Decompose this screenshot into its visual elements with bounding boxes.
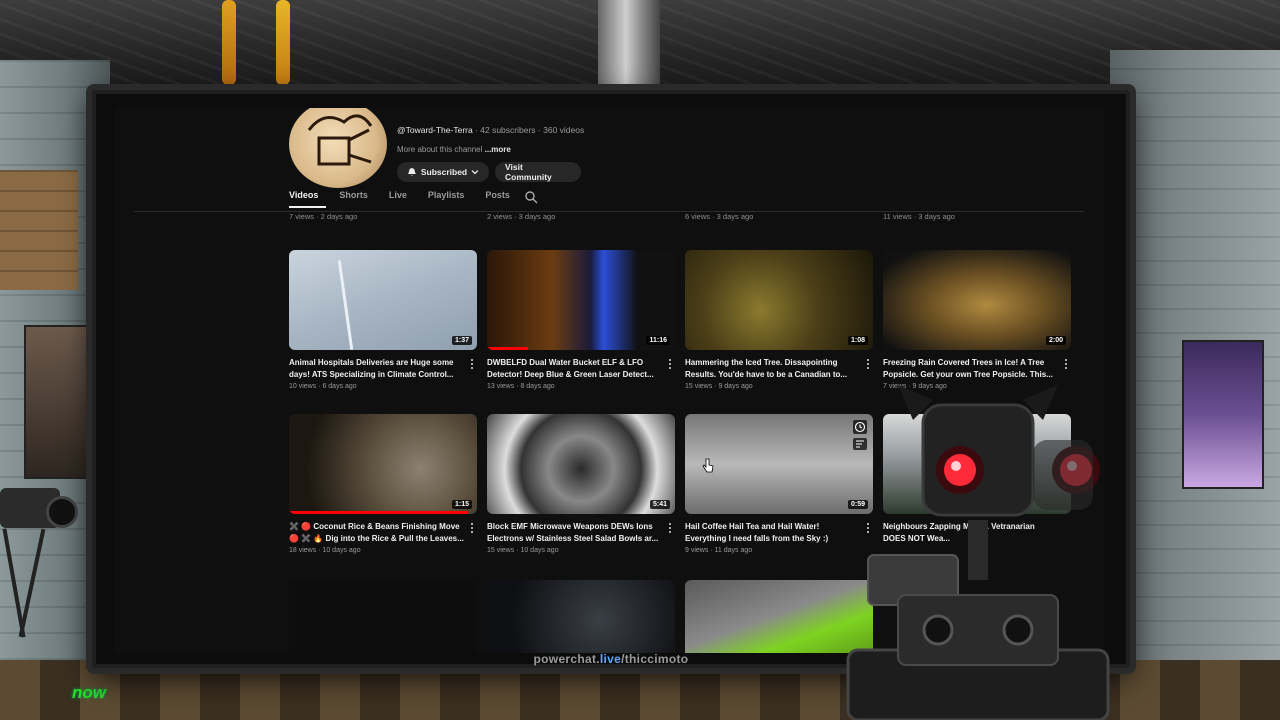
more-options-icon[interactable] bbox=[469, 522, 475, 536]
ribbon-right bbox=[276, 0, 290, 85]
video-meta: 18 views · 10 days ago bbox=[289, 547, 361, 554]
video-title[interactable]: Hammering the Iced Tree. Dissapointing R… bbox=[685, 357, 861, 381]
tab-shorts[interactable]: Shorts bbox=[339, 190, 376, 208]
tab-posts[interactable]: Posts bbox=[485, 190, 518, 208]
visit-community-label: Visit Community bbox=[505, 162, 552, 182]
bell-icon bbox=[407, 168, 416, 176]
channel-about-link[interactable]: More about this channel ...more bbox=[397, 145, 511, 154]
video-title[interactable]: Freezing Rain Covered Trees in Ice! A Tr… bbox=[883, 357, 1059, 381]
more-options-icon[interactable] bbox=[667, 358, 673, 372]
search-icon[interactable] bbox=[524, 190, 538, 204]
video-title[interactable]: Hail Coffee Hail Tea and Hail Water! Eve… bbox=[685, 521, 861, 545]
video-meta: 6 views · 3 days ago bbox=[685, 212, 754, 221]
video-thumbnail[interactable]: 1:15 bbox=[289, 414, 477, 514]
video-meta: 11 views · 3 days ago bbox=[883, 212, 955, 221]
video-duration: 2:00 bbox=[1045, 336, 1066, 345]
video-card[interactable]: 1:08 Hammering the Iced Tree. Dissapoint… bbox=[685, 250, 873, 390]
video-meta: 2 views · 3 days ago bbox=[487, 212, 556, 221]
video-thumbnail[interactable]: 2:00 bbox=[883, 250, 1071, 350]
tab-live[interactable]: Live bbox=[389, 190, 415, 208]
tab-playlists[interactable]: Playlists bbox=[428, 190, 473, 208]
video-duration: 5:41 bbox=[649, 500, 670, 509]
video-duration: 1:08 bbox=[847, 336, 868, 345]
channel-avatar[interactable] bbox=[289, 108, 387, 188]
video-thumbnail[interactable]: 1:08 bbox=[685, 250, 873, 350]
video-title[interactable]: ✖️ 🔴 Coconut Rice & Beans Finishing Move… bbox=[289, 521, 465, 545]
robot-avatar bbox=[846, 385, 1110, 720]
poster-right bbox=[1182, 340, 1264, 489]
ribbon-left bbox=[222, 0, 236, 85]
ceiling-pole bbox=[598, 0, 660, 95]
video-thumbnail[interactable] bbox=[289, 580, 477, 653]
video-thumbnail[interactable]: 5:41 bbox=[487, 414, 675, 514]
subscribed-button[interactable]: Subscribed bbox=[397, 162, 489, 182]
video-duration: 1:37 bbox=[451, 336, 472, 345]
more-options-icon[interactable] bbox=[469, 358, 475, 372]
video-card[interactable]: 1:37 Animal Hospitals Deliveries are Hug… bbox=[289, 250, 477, 390]
visit-community-button[interactable]: Visit Community bbox=[495, 162, 581, 182]
channel-handle: @Toward-The-Terra · 42 subscribers · 360… bbox=[397, 125, 585, 135]
video-title[interactable]: Block EMF Microwave Weapons DEWs Ions El… bbox=[487, 521, 663, 545]
video-card[interactable]: 11:16 DWBELFD Dual Water Bucket ELF & LF… bbox=[487, 250, 675, 390]
video-thumbnail[interactable] bbox=[487, 580, 675, 653]
video-card[interactable]: 5:41 Block EMF Microwave Weapons DEWs Io… bbox=[487, 414, 675, 554]
chevron-down-icon bbox=[471, 170, 479, 175]
video-thumbnail[interactable]: 11:16 bbox=[487, 250, 675, 350]
video-card[interactable] bbox=[289, 580, 477, 653]
video-thumbnail[interactable]: 1:37 bbox=[289, 250, 477, 350]
video-card[interactable]: 2:00 Freezing Rain Covered Trees in Ice!… bbox=[883, 250, 1071, 390]
video-title[interactable]: Animal Hospitals Deliveries are Huge som… bbox=[289, 357, 465, 381]
video-duration: 11:16 bbox=[646, 336, 670, 345]
hand-cursor-icon bbox=[702, 458, 714, 473]
video-meta: 10 views · 6 days ago bbox=[289, 383, 357, 390]
video-meta: 7 views · 2 days ago bbox=[289, 212, 358, 221]
video-duration: 1:15 bbox=[451, 500, 472, 509]
more-options-icon[interactable] bbox=[667, 522, 673, 536]
video-card[interactable]: 1:15 ✖️ 🔴 Coconut Rice & Beans Finishing… bbox=[289, 414, 477, 554]
video-title[interactable]: DWBELFD Dual Water Bucket ELF & LFO Dete… bbox=[487, 357, 663, 381]
watch-progress-bar bbox=[487, 347, 529, 350]
more-options-icon[interactable] bbox=[1063, 358, 1069, 372]
video-card[interactable] bbox=[487, 580, 675, 653]
channel-tabs: Videos Shorts Live Playlists Posts bbox=[289, 190, 531, 208]
poster-left bbox=[24, 325, 90, 479]
camera-icon bbox=[0, 488, 78, 528]
watch-progress-bar bbox=[289, 511, 468, 514]
video-meta: 15 views · 10 days ago bbox=[487, 547, 559, 554]
video-meta: 13 views · 8 days ago bbox=[487, 383, 555, 390]
subscribed-label: Subscribed bbox=[420, 167, 468, 177]
more-options-icon[interactable] bbox=[865, 358, 871, 372]
now-badge: now bbox=[72, 683, 106, 702]
boarded-window bbox=[0, 170, 78, 290]
tab-videos[interactable]: Videos bbox=[289, 190, 327, 208]
